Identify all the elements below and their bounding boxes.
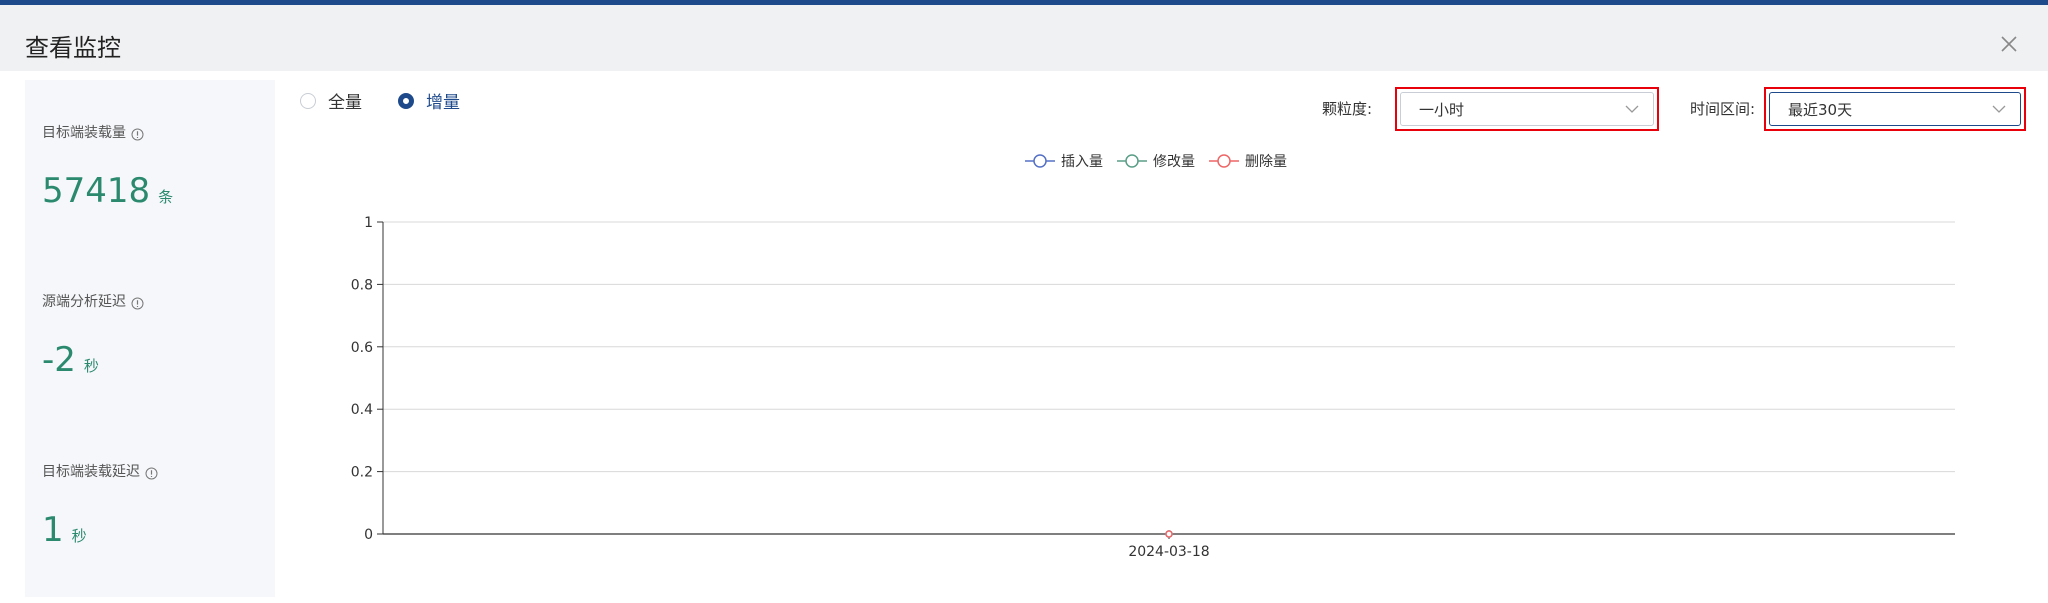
time-range-select[interactable]: 最近30天 — [1769, 92, 2021, 126]
metric-unit: 条 — [158, 188, 174, 206]
chart-legend: 插入量 修改量 删除量 — [1025, 151, 1287, 171]
y-tick-label: 1 — [364, 215, 373, 231]
legend-marker-icon — [1117, 154, 1147, 168]
y-tick-label: 0 — [364, 527, 373, 543]
legend-item-insert[interactable]: 插入量 — [1025, 151, 1103, 171]
close-icon[interactable] — [1998, 33, 2020, 55]
x-tick-label: 2024-03-18 — [1128, 544, 1209, 560]
metric-value: -2 — [42, 340, 76, 380]
data-point — [1165, 530, 1173, 538]
chevron-down-icon — [1992, 105, 2006, 113]
radio-incremental[interactable]: 增量 — [398, 88, 460, 113]
data-point — [1165, 530, 1173, 538]
time-range-value: 最近30天 — [1788, 100, 1853, 119]
radio-label-incremental: 增量 — [426, 93, 460, 113]
metric-value: 1 — [42, 510, 64, 550]
granularity-select[interactable]: 一小时 — [1400, 92, 1654, 126]
radio-circle[interactable] — [300, 92, 316, 109]
granularity-value: 一小时 — [1419, 100, 1465, 119]
granularity-highlight: 一小时 — [1395, 87, 1659, 131]
y-tick-label: 0.6 — [351, 340, 373, 356]
radio-label-full: 全量 — [328, 93, 362, 113]
metric-unit: 秒 — [83, 357, 99, 375]
radio-full[interactable]: 全量 — [300, 88, 362, 113]
metric-label: 目标端装载量 — [42, 125, 126, 141]
legend-marker-icon — [1025, 154, 1055, 168]
legend-item-delete[interactable]: 删除量 — [1209, 151, 1287, 171]
y-tick-label: 0.8 — [351, 277, 373, 293]
dialog-header: 查看监控 — [0, 5, 2048, 71]
info-icon[interactable] — [131, 296, 144, 309]
metric-target-delay: 目标端装载延迟 1秒 — [42, 462, 158, 550]
legend-label: 删除量 — [1245, 154, 1287, 170]
legend-label: 修改量 — [1153, 154, 1195, 170]
info-icon[interactable] — [145, 466, 158, 479]
legend-label: 插入量 — [1061, 154, 1103, 170]
y-tick-label: 0.4 — [351, 402, 373, 418]
metric-label: 源端分析延迟 — [42, 294, 126, 310]
granularity-label: 颗粒度: — [1322, 100, 1373, 118]
metric-label: 目标端装载延迟 — [42, 464, 140, 480]
metric-unit: 秒 — [71, 527, 87, 545]
metric-value: 57418 — [42, 171, 151, 211]
info-icon[interactable] — [131, 127, 144, 140]
time-range-label: 时间区间: — [1690, 100, 1756, 118]
metrics-sidebar: 目标端装载量 57418 条 源端分析延迟 -2 秒 目标端装载延迟 1秒 — [25, 80, 275, 597]
mode-radio-group: 全量 增量 — [300, 88, 460, 113]
chevron-down-icon — [1625, 105, 1639, 113]
legend-item-update[interactable]: 修改量 — [1117, 151, 1195, 171]
metric-source-delay: 源端分析延迟 -2 秒 — [42, 292, 144, 380]
dialog-title: 查看监控 — [25, 34, 121, 62]
data-point — [1165, 530, 1173, 538]
legend-marker-icon — [1209, 154, 1239, 168]
time-range-highlight: 最近30天 — [1764, 87, 2026, 131]
y-tick-label: 0.2 — [351, 465, 373, 481]
metric-target-load: 目标端装载量 57418 条 — [42, 123, 173, 211]
radio-circle-selected[interactable] — [398, 92, 414, 109]
